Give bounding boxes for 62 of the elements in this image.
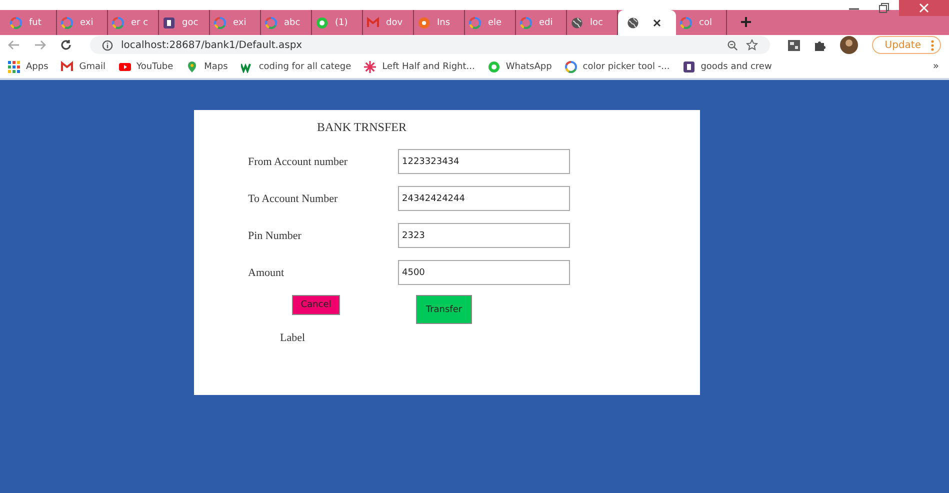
form-title: BANK TRNSFER [317,120,408,135]
globe-icon [627,16,639,28]
bookmark[interactable]: Gmail [61,60,106,72]
zoom-icon[interactable] [726,40,738,50]
google-icon [265,16,277,28]
new-tab-button[interactable] [739,15,753,29]
google-icon [564,60,577,72]
square-app-icon [682,60,695,72]
chat-icon [488,60,500,72]
input-field[interactable]: 24342424244 [398,186,570,211]
globe-icon [571,16,583,28]
restore-icon [879,3,889,13]
input-field[interactable]: 4500 [398,260,570,285]
bookmark[interactable]: coding for all catege [240,60,352,72]
plus-icon [740,16,752,28]
transfer-button[interactable]: Transfer [416,295,472,324]
apps-icon [8,60,20,72]
status-label: Label [280,332,306,344]
close-tab-icon[interactable] [653,18,661,26]
bookmark[interactable]: Maps [186,60,228,72]
square-app-icon [163,16,175,28]
bookmark[interactable]: color picker tool -... [564,60,670,72]
bookmark[interactable]: Left Half and Right... [364,60,475,72]
input-field[interactable]: 2323 [398,223,570,248]
kebab-icon [931,40,934,50]
bookmark[interactable]: YouTube [118,60,174,72]
google-icon [61,16,73,28]
play-icon [118,60,131,72]
chat-icon [316,16,328,28]
google-icon [214,16,226,28]
wave-icon [240,60,253,72]
close-button[interactable] [899,0,949,16]
input-field[interactable]: 1223323434 [398,149,570,174]
cancel-button[interactable]: Cancel [292,295,340,315]
google-icon [520,16,532,28]
url-text: localhost:28687/bank1/Default.aspx [121,40,302,50]
circle-app-icon [418,16,430,28]
google-icon [10,16,22,28]
browser-tab[interactable] [618,10,676,35]
info-icon [102,40,113,50]
field-label: From Account number [248,156,349,168]
more-bookmarks-button[interactable]: » [932,61,941,72]
envelope-icon [61,60,74,72]
bookmark[interactable]: goods and crew [682,60,772,72]
google-icon [112,16,124,28]
field-label: To Account Number [248,192,339,204]
address-bar[interactable]: localhost:28687/bank1/Default.aspx [90,36,770,54]
field-label: Pin Number [248,230,302,242]
google-icon [680,16,692,28]
asterisk-icon [364,60,376,72]
map-pin-icon [186,60,198,72]
field-label: Amount [248,266,286,278]
reload-icon[interactable] [60,39,72,51]
media-icon[interactable] [788,40,800,50]
avatar-icon[interactable] [840,36,858,54]
star-icon[interactable] [746,39,758,51]
bookmark[interactable]: WhatsApp [488,60,552,72]
close-icon [919,3,929,13]
bookmark[interactable]: Apps [8,60,48,72]
envelope-icon [367,16,379,28]
puzzle-icon[interactable] [814,39,826,51]
google-icon [469,16,481,28]
